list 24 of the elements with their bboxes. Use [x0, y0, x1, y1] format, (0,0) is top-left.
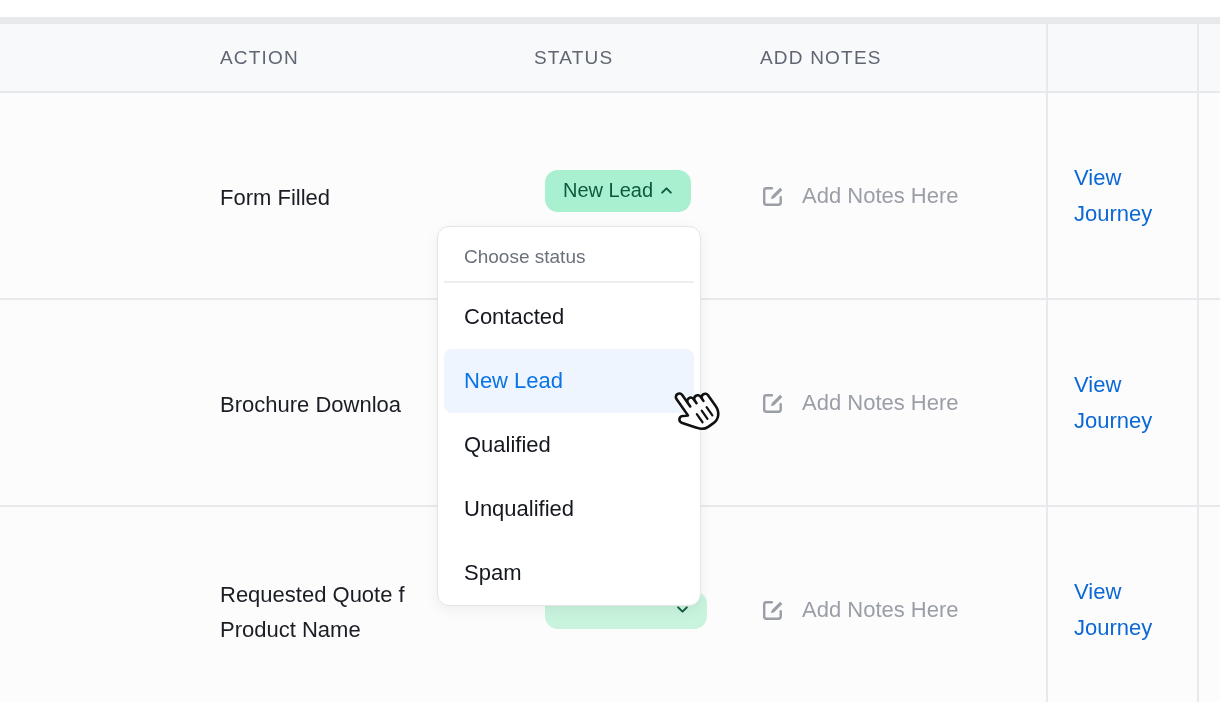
edit-icon — [762, 184, 784, 207]
view-journey-link[interactable]: View Journey — [1074, 573, 1174, 646]
action-text: Brochure Downloa — [220, 391, 401, 419]
edit-icon — [762, 391, 784, 414]
add-notes-button[interactable]: Add Notes Here — [760, 596, 959, 623]
menu-option[interactable]: New Lead — [444, 349, 694, 413]
action-text: Requested Quote f Product Name — [220, 580, 405, 644]
menu-heading: Choose status — [463, 245, 587, 269]
menu-option[interactable]: Unqualified — [444, 477, 694, 541]
status-dropdown[interactable]: New Lead — [545, 169, 692, 212]
add-notes-button[interactable]: Add Notes Here — [760, 182, 959, 209]
column-header: ACTION — [220, 46, 299, 69]
view-journey-link[interactable]: View Journey — [1074, 366, 1174, 439]
caret-icon — [676, 603, 689, 616]
column-header: ADD NOTES — [760, 46, 882, 69]
caret-icon — [660, 184, 674, 197]
menu-option[interactable]: Contacted — [444, 285, 694, 349]
menu-option[interactable]: Qualified — [444, 413, 694, 477]
add-notes-button[interactable]: Add Notes Here — [760, 389, 959, 416]
column-header: STATUS — [534, 46, 614, 69]
view-journey-link[interactable]: View Journey — [1074, 159, 1174, 232]
menu-option[interactable]: Spam — [444, 541, 694, 605]
edit-icon — [762, 598, 784, 621]
action-text: Form Filled — [220, 184, 330, 212]
